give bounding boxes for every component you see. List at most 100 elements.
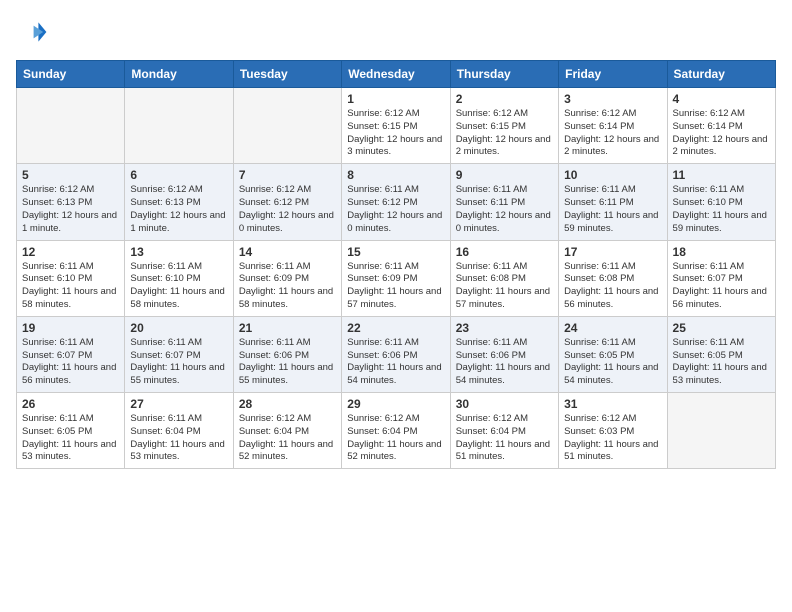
week-row-2: 5 Sunrise: 6:12 AM Sunset: 6:13 PM Daylig… [17,164,776,240]
cell-info: Sunrise: 6:12 AM Sunset: 6:04 PM Dayligh… [239,413,336,464]
cell-info: Sunrise: 6:11 AM Sunset: 6:12 PM Dayligh… [347,184,444,235]
calendar-cell [233,88,341,164]
calendar-cell: 23Sunrise: 6:11 AM Sunset: 6:06 PM Dayli… [450,316,558,392]
weekday-tuesday: Tuesday [233,61,341,88]
calendar-cell: 26 Sunrise: 6:11 AM Sunset: 6:05 PM Dayli… [17,393,125,469]
cell-info: Sunrise: 6:12 AM Sunset: 6:15 PM Dayligh… [456,108,553,159]
day-number: 14 [239,245,336,259]
calendar-cell: 12 Sunrise: 6:11 AM Sunset: 6:10 PM Dayli… [17,240,125,316]
day-number: 15 [347,245,444,259]
calendar-cell: 22Sunrise: 6:11 AM Sunset: 6:06 PM Dayli… [342,316,450,392]
cell-info: Sunrise: 6:11 AM Sunset: 6:07 PM Dayligh… [130,337,227,388]
calendar-cell: 14 Sunrise: 6:11 AM Sunset: 6:09 PM Dayli… [233,240,341,316]
cell-info: Sunrise: 6:11 AM Sunset: 6:08 PM Dayligh… [564,261,661,312]
calendar-cell: 24Sunrise: 6:11 AM Sunset: 6:05 PM Dayli… [559,316,667,392]
week-row-4: 19Sunrise: 6:11 AM Sunset: 6:07 PM Dayli… [17,316,776,392]
cell-info: Sunrise: 6:11 AM Sunset: 6:06 PM Dayligh… [239,337,336,388]
cell-info: Sunrise: 6:11 AM Sunset: 6:07 PM Dayligh… [673,261,770,312]
calendar-cell: 25Sunrise: 6:11 AM Sunset: 6:05 PM Dayli… [667,316,775,392]
calendar-cell: 17 Sunrise: 6:11 AM Sunset: 6:08 PM Dayli… [559,240,667,316]
cell-info: Sunrise: 6:11 AM Sunset: 6:07 PM Dayligh… [22,337,119,388]
calendar-cell: 18 Sunrise: 6:11 AM Sunset: 6:07 PM Dayli… [667,240,775,316]
day-number: 20 [130,321,227,335]
day-number: 27 [130,397,227,411]
calendar-cell: 28 Sunrise: 6:12 AM Sunset: 6:04 PM Dayli… [233,393,341,469]
calendar-cell: 15 Sunrise: 6:11 AM Sunset: 6:09 PM Dayli… [342,240,450,316]
week-row-5: 26 Sunrise: 6:11 AM Sunset: 6:05 PM Dayli… [17,393,776,469]
calendar-cell: 2 Sunrise: 6:12 AM Sunset: 6:15 PM Daylig… [450,88,558,164]
week-row-3: 12 Sunrise: 6:11 AM Sunset: 6:10 PM Dayli… [17,240,776,316]
cell-info: Sunrise: 6:12 AM Sunset: 6:15 PM Dayligh… [347,108,444,159]
cell-info: Sunrise: 6:11 AM Sunset: 6:10 PM Dayligh… [130,261,227,312]
weekday-saturday: Saturday [667,61,775,88]
weekday-friday: Friday [559,61,667,88]
day-number: 18 [673,245,770,259]
calendar-cell: 3 Sunrise: 6:12 AM Sunset: 6:14 PM Daylig… [559,88,667,164]
weekday-monday: Monday [125,61,233,88]
calendar-cell [667,393,775,469]
weekday-thursday: Thursday [450,61,558,88]
day-number: 28 [239,397,336,411]
cell-info: Sunrise: 6:11 AM Sunset: 6:06 PM Dayligh… [347,337,444,388]
header [16,16,776,48]
day-number: 31 [564,397,661,411]
day-number: 17 [564,245,661,259]
logo [16,16,52,48]
calendar-cell: 1Sunrise: 6:12 AM Sunset: 6:15 PM Daylig… [342,88,450,164]
day-number: 21 [239,321,336,335]
calendar-cell: 19Sunrise: 6:11 AM Sunset: 6:07 PM Dayli… [17,316,125,392]
day-number: 6 [130,168,227,182]
calendar-cell: 21 Sunrise: 6:11 AM Sunset: 6:06 PM Dayli… [233,316,341,392]
weekday-header-row: SundayMondayTuesdayWednesdayThursdayFrid… [17,61,776,88]
calendar-cell: 10 Sunrise: 6:11 AM Sunset: 6:11 PM Dayli… [559,164,667,240]
calendar-cell: 30Sunrise: 6:12 AM Sunset: 6:04 PM Dayli… [450,393,558,469]
page: SundayMondayTuesdayWednesdayThursdayFrid… [0,0,792,485]
weekday-wednesday: Wednesday [342,61,450,88]
calendar-cell: 29 Sunrise: 6:12 AM Sunset: 6:04 PM Dayli… [342,393,450,469]
calendar-cell: 7 Sunrise: 6:12 AM Sunset: 6:12 PM Daylig… [233,164,341,240]
day-number: 5 [22,168,119,182]
logo-icon [16,16,48,48]
cell-info: Sunrise: 6:12 AM Sunset: 6:03 PM Dayligh… [564,413,661,464]
calendar-cell: 6 Sunrise: 6:12 AM Sunset: 6:13 PM Daylig… [125,164,233,240]
calendar-cell [17,88,125,164]
day-number: 4 [673,92,770,106]
cell-info: Sunrise: 6:11 AM Sunset: 6:05 PM Dayligh… [22,413,119,464]
calendar-cell: 13 Sunrise: 6:11 AM Sunset: 6:10 PM Dayli… [125,240,233,316]
calendar-cell: 9 Sunrise: 6:11 AM Sunset: 6:11 PM Daylig… [450,164,558,240]
cell-info: Sunrise: 6:11 AM Sunset: 6:08 PM Dayligh… [456,261,553,312]
cell-info: Sunrise: 6:11 AM Sunset: 6:05 PM Dayligh… [564,337,661,388]
cell-info: Sunrise: 6:12 AM Sunset: 6:13 PM Dayligh… [22,184,119,235]
calendar-cell: 16 Sunrise: 6:11 AM Sunset: 6:08 PM Dayli… [450,240,558,316]
day-number: 2 [456,92,553,106]
cell-info: Sunrise: 6:11 AM Sunset: 6:11 PM Dayligh… [564,184,661,235]
day-number: 12 [22,245,119,259]
day-number: 29 [347,397,444,411]
day-number: 13 [130,245,227,259]
cell-info: Sunrise: 6:11 AM Sunset: 6:09 PM Dayligh… [347,261,444,312]
cell-info: Sunrise: 6:12 AM Sunset: 6:14 PM Dayligh… [564,108,661,159]
weekday-sunday: Sunday [17,61,125,88]
calendar-cell: 27Sunrise: 6:11 AM Sunset: 6:04 PM Dayli… [125,393,233,469]
day-number: 16 [456,245,553,259]
cell-info: Sunrise: 6:12 AM Sunset: 6:14 PM Dayligh… [673,108,770,159]
calendar-cell: 11Sunrise: 6:11 AM Sunset: 6:10 PM Dayli… [667,164,775,240]
calendar-cell: 4 Sunrise: 6:12 AM Sunset: 6:14 PM Daylig… [667,88,775,164]
cell-info: Sunrise: 6:11 AM Sunset: 6:09 PM Dayligh… [239,261,336,312]
day-number: 7 [239,168,336,182]
cell-info: Sunrise: 6:12 AM Sunset: 6:12 PM Dayligh… [239,184,336,235]
cell-info: Sunrise: 6:12 AM Sunset: 6:04 PM Dayligh… [347,413,444,464]
cell-info: Sunrise: 6:12 AM Sunset: 6:04 PM Dayligh… [456,413,553,464]
day-number: 3 [564,92,661,106]
day-number: 9 [456,168,553,182]
day-number: 23 [456,321,553,335]
day-number: 10 [564,168,661,182]
day-number: 25 [673,321,770,335]
cell-info: Sunrise: 6:12 AM Sunset: 6:13 PM Dayligh… [130,184,227,235]
cell-info: Sunrise: 6:11 AM Sunset: 6:10 PM Dayligh… [22,261,119,312]
calendar-table: SundayMondayTuesdayWednesdayThursdayFrid… [16,60,776,469]
calendar-cell: 31 Sunrise: 6:12 AM Sunset: 6:03 PM Dayli… [559,393,667,469]
cell-info: Sunrise: 6:11 AM Sunset: 6:11 PM Dayligh… [456,184,553,235]
day-number: 26 [22,397,119,411]
calendar-cell [125,88,233,164]
